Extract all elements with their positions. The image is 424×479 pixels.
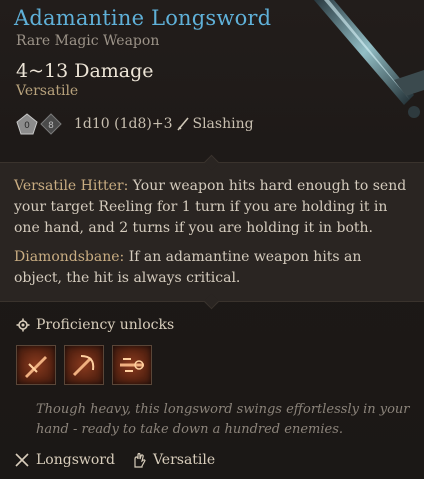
item-tooltip: Adamantine Longsword Rare Magic Weapon 4… [0, 0, 424, 479]
diamondsbane-label: Diamondsbane: [14, 249, 125, 265]
proficiency-label: Proficiency unlocks [36, 317, 175, 333]
diamondsbane-paragraph: Diamondsbane: If an adamantine weapon hi… [14, 247, 410, 289]
tooltip-header: Adamantine Longsword Rare Magic Weapon 4… [0, 0, 424, 160]
die1-label: 0 [24, 121, 30, 131]
weapon-action-icon-2[interactable] [64, 345, 104, 385]
two-hands-icon [134, 452, 146, 468]
item-property: Versatile [16, 83, 79, 99]
d10-die-icon: 0 [16, 113, 38, 135]
item-rarity: Rare Magic Weapon [16, 33, 160, 49]
item-name: Adamantine Longsword [14, 6, 272, 30]
crossed-swords-icon [15, 453, 29, 467]
weapon-type: Longsword [36, 452, 115, 468]
sword-image [314, 0, 424, 118]
description-box: Versatile Hitter: Your weapon hits hard … [0, 162, 424, 302]
proficiency-header: Proficiency unlocks [16, 317, 174, 333]
versatile-hitter-label: Versatile Hitter: [14, 178, 129, 194]
weapon-action-icon-1[interactable] [16, 345, 56, 385]
versatile-hitter-paragraph: Versatile Hitter: Your weapon hits hard … [14, 176, 410, 239]
dice-formula: 1d10 (1d8)+3 [74, 116, 173, 132]
die2-label: 8 [48, 121, 54, 131]
damage-type: Slashing [192, 116, 254, 132]
d8-die-icon: 8 [40, 113, 62, 135]
tooltip-footer: Longsword Versatile [14, 452, 231, 468]
slashing-icon [177, 117, 190, 131]
proficiency-gear-icon [16, 318, 30, 332]
weapon-action-icon-3[interactable] [112, 345, 152, 385]
proficiency-skills [16, 345, 160, 385]
weapon-trait: Versatile [152, 452, 216, 468]
flavor-text: Though heavy, this longsword swings effo… [36, 402, 410, 437]
damage-dice-row: 0 8 1d10 (1d8)+3 Slashing [16, 111, 254, 137]
item-damage: 4~13 Damage [16, 60, 154, 82]
